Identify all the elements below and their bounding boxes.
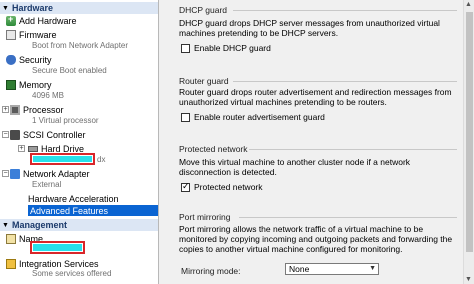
tree-item-add-hardware[interactable]: Add Hardware [6,14,158,26]
firmware-label: Firmware [19,29,57,40]
router-guard-title: Router guard [179,76,229,86]
router-guard-group: Router guard Router guard drops router a… [175,73,457,129]
security-label: Security [19,54,52,65]
settings-tree: ▼ Hardware Add Hardware Firmware Boot fr… [0,0,158,284]
processor-expand-icon[interactable]: + [2,106,9,113]
memory-label: Memory [19,79,52,90]
port-mirroring-description: Port mirroring allows the network traffi… [179,224,453,254]
tree-item-firmware[interactable]: Firmware [6,29,158,40]
firmware-icon [6,29,16,40]
security-detail: Secure Boot enabled [32,66,107,75]
hard-drive-expand-icon[interactable]: + [18,145,25,152]
scsi-label: SCSI Controller [23,129,86,140]
vertical-scrollbar[interactable]: ▲ ▼ [463,0,474,284]
hard-drive-path-suffix: dx [97,155,106,164]
port-mirroring-title: Port mirroring [179,212,231,222]
collapse-icon[interactable]: ▼ [1,5,10,12]
advanced-features-label: Advanced Features [30,205,109,216]
hardware-section-header[interactable]: ▼ Hardware [0,2,158,14]
integration-services-icon [6,258,16,269]
integration-label: Integration Services [19,258,99,269]
tree-item-scsi-controller[interactable]: SCSI Controller [10,129,158,140]
network-label: Network Adapter [23,168,90,179]
checkbox-icon[interactable] [181,43,190,53]
redacted-drive-path [30,153,95,165]
processor-detail: 1 Virtual processor [32,116,99,125]
checkmark-icon[interactable] [181,181,190,192]
hard-drive-label: Hard Drive [41,143,85,154]
network-collapse-icon[interactable]: − [2,170,9,177]
dhcp-guard-description: DHCP guard drops DHCP server messages fr… [179,18,440,38]
dhcp-guard-checkbox-label: Enable DHCP guard [194,43,271,53]
protected-network-group: Protected network Move this virtual mach… [175,142,457,200]
scsi-collapse-icon[interactable]: − [2,131,9,138]
protected-network-description: Move this virtual machine to another clu… [179,157,411,177]
network-adapter-icon [10,168,20,179]
protected-network-title: Protected network [179,144,248,154]
network-detail: External [32,180,62,189]
protected-network-checkbox-label: Protected network [194,182,263,192]
router-guard-description: Router guard drops router advertisement … [179,87,452,107]
hardware-header-label: Hardware [12,3,54,13]
firmware-detail: Boot from Network Adapter [32,41,129,50]
shield-icon [6,54,16,65]
router-guard-checkbox-label: Enable router advertisement guard [194,112,325,122]
mirroring-mode-select[interactable]: None ▼ [285,263,379,275]
name-icon [6,233,16,244]
router-guard-checkbox[interactable]: Enable router advertisement guard [181,112,325,122]
integration-detail: Some services offered [32,269,112,278]
add-hardware-icon [6,14,16,26]
chevron-down-icon: ▼ [369,265,376,272]
dhcp-guard-group: DHCP guard DHCP guard drops DHCP server … [175,0,457,62]
scrollbar-thumb[interactable] [466,12,473,252]
tree-item-integration-services[interactable]: Integration Services [6,258,158,269]
dhcp-guard-title: DHCP guard [179,5,228,15]
mirroring-mode-value: None [289,264,310,274]
processor-icon [10,104,20,115]
tree-item-advanced-features[interactable]: Advanced Features [28,205,158,216]
tree-item-security[interactable]: Security [6,54,158,65]
add-hardware-label: Add Hardware [19,15,77,26]
processor-label: Processor [23,104,64,115]
collapse-icon[interactable]: ▼ [1,222,10,229]
mirroring-mode-label: Mirroring mode: [181,266,241,276]
port-mirroring-group: Port mirroring Port mirroring allows the… [175,208,457,284]
dhcp-guard-checkbox[interactable]: Enable DHCP guard [181,43,271,53]
scroll-up-icon[interactable]: ▲ [465,1,472,8]
management-section-header[interactable]: ▼ Management [0,219,158,231]
hard-drive-icon [28,145,38,152]
memory-detail: 4096 MB [32,91,65,100]
tree-item-memory[interactable]: Memory [6,79,158,90]
advanced-features-panel: DHCP guard DHCP guard drops DHCP server … [158,0,474,284]
tree-item-processor[interactable]: Processor [10,104,158,115]
protected-network-checkbox[interactable]: Protected network [181,181,263,192]
memory-icon [6,79,16,90]
tree-item-hardware-acceleration[interactable]: Hardware Acceleration [28,193,158,204]
scroll-down-icon[interactable]: ▼ [465,276,472,283]
tree-item-network-adapter[interactable]: Network Adapter [10,168,158,179]
management-header-label: Management [12,220,68,230]
scsi-controller-icon [10,129,20,140]
redacted-vm-name [30,241,85,254]
hw-accel-label: Hardware Acceleration [28,193,119,204]
checkbox-icon[interactable] [181,112,190,122]
